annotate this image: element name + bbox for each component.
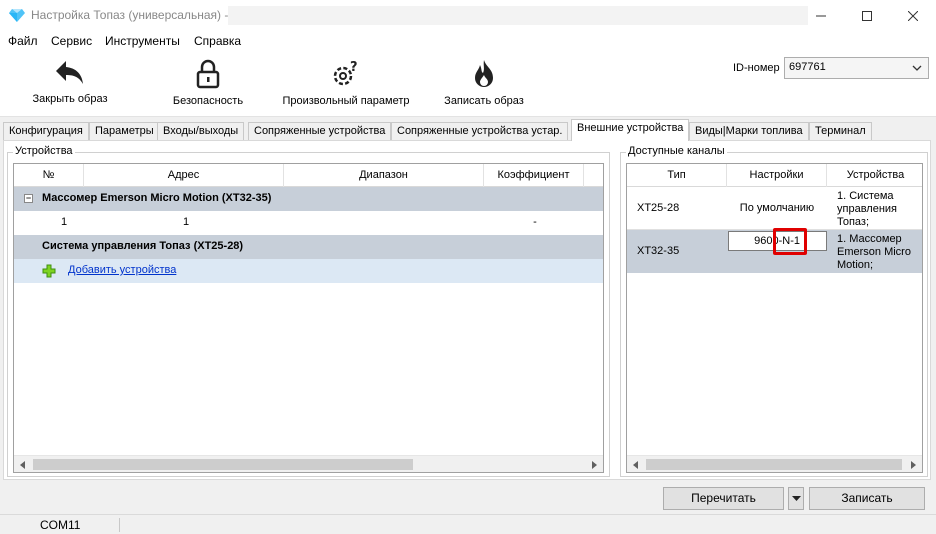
channels-grid-header: Тип Настройки Устройства [627, 164, 922, 187]
reread-button[interactable]: Перечитать [663, 487, 784, 510]
add-devices-link[interactable]: Добавить устройства [68, 264, 176, 276]
menu-help[interactable]: Справка [194, 34, 241, 48]
window-title: Настройка Топаз (универсальная) - [31, 8, 229, 22]
collapse-icon[interactable]: − [24, 194, 33, 203]
device-group-row-topaz[interactable]: Система управления Топаз (XT25-28) [14, 235, 603, 259]
menu-tools[interactable]: Инструменты [105, 34, 180, 48]
diamond-app-icon [9, 9, 25, 22]
scroll-right-icon[interactable] [905, 456, 922, 472]
close-image-button[interactable]: Закрыть образ [30, 59, 110, 115]
channels-group: Доступные каналы Тип Настройки Устройств… [620, 145, 928, 477]
tab-label: Конфигурация [9, 125, 83, 137]
scroll-left-icon[interactable] [14, 456, 31, 472]
col-settings[interactable]: Настройки [727, 164, 827, 187]
channel-devices: 1. Система управления Топаз; [837, 190, 897, 228]
channels-grid: Тип Настройки Устройства XT25-28 По умол… [626, 163, 923, 473]
gear-question-icon: ? [333, 60, 358, 86]
minimize-button[interactable] [798, 0, 844, 31]
toolbar: Закрыть образ Безопасность ? Произвольны… [0, 51, 936, 117]
channels-group-label: Доступные каналы [626, 145, 727, 157]
id-number-select[interactable]: 697761 [784, 57, 929, 79]
devices-group-label: Устройства [13, 145, 75, 157]
add-device-row[interactable]: Добавить устройства [14, 259, 603, 283]
custom-param-label: Произвольный параметр [282, 95, 410, 107]
tab-label: Внешние устройства [577, 122, 684, 134]
scroll-thumb[interactable] [33, 459, 413, 470]
highlight-box [773, 228, 807, 255]
tab-label: Входы/выходы [163, 125, 239, 137]
fire-icon [475, 60, 493, 87]
tab-terminal[interactable]: Терминал [809, 122, 872, 141]
com-port-status: COM11 [40, 518, 81, 532]
tab-content: Устройства № Адрес Диапазон Коэффициент … [3, 140, 931, 480]
channel-devices: 1. Массомер Emerson Micro Motion; [837, 233, 911, 271]
tab-label: Виды|Марки топлива [695, 125, 803, 137]
custom-param-button[interactable]: ? Произвольный параметр [281, 59, 411, 115]
row-coefficient: - [533, 216, 537, 228]
close-image-label: Закрыть образ [32, 93, 108, 105]
id-number-value: 697761 [789, 61, 826, 73]
channel-settings: По умолчанию [739, 202, 815, 214]
col-address[interactable]: Адрес [84, 164, 284, 187]
plus-icon [42, 264, 56, 278]
tab-configuration[interactable]: Конфигурация [3, 122, 89, 141]
group-row-label: Система управления Топаз (XT25-28) [42, 240, 244, 252]
title-bar: Настройка Топаз (универсальная) - [0, 0, 936, 31]
col-number[interactable]: № [14, 164, 84, 187]
close-window-button[interactable] [890, 0, 936, 31]
col-range[interactable]: Диапазон [284, 164, 484, 187]
devices-horizontal-scrollbar[interactable] [14, 455, 603, 472]
devices-grid: № Адрес Диапазон Коэффициент − Массомер … [13, 163, 604, 473]
devices-grid-header: № Адрес Диапазон Коэффициент [14, 164, 603, 187]
channel-type: XT25-28 [637, 202, 680, 214]
tab-parameters[interactable]: Параметры [89, 122, 160, 141]
write-button[interactable]: Записать [809, 487, 925, 510]
devices-group: Устройства № Адрес Диапазон Коэффициент … [7, 145, 610, 477]
tab-linked-devices-legacy[interactable]: Сопряженные устройства устар. [391, 122, 569, 141]
device-group-row-massmeter[interactable]: − Массомер Emerson Micro Motion (XT32-35… [14, 187, 603, 211]
write-image-label: Записать образ [444, 95, 524, 107]
id-number-label: ID-номер [733, 62, 780, 74]
group-row-label: Массомер Emerson Micro Motion (XT32-35) [42, 192, 272, 204]
scroll-right-icon[interactable] [586, 456, 603, 472]
maximize-icon [862, 10, 872, 21]
undo-arrow-icon [56, 61, 83, 84]
security-label: Безопасность [172, 95, 244, 107]
tab-label: Сопряженные устройства [254, 125, 386, 137]
maximize-button[interactable] [844, 0, 890, 31]
tab-fuel-types[interactable]: Виды|Марки топлива [689, 122, 809, 141]
row-address: 1 [182, 216, 190, 228]
tab-inputs-outputs[interactable]: Входы/выходы [157, 122, 245, 141]
menu-file[interactable]: Файл [8, 34, 38, 48]
channels-horizontal-scrollbar[interactable] [627, 455, 922, 472]
chevron-down-icon [912, 65, 922, 71]
tab-external-devices[interactable]: Внешние устройства [571, 119, 690, 141]
tab-linked-devices[interactable]: Сопряженные устройства [248, 122, 392, 141]
svg-text:?: ? [350, 60, 358, 75]
channel-row[interactable]: XT25-28 По умолчанию 1. Система управлен… [627, 187, 922, 230]
scroll-left-icon[interactable] [627, 456, 644, 472]
table-row[interactable]: 1 1 - [14, 211, 603, 235]
scroll-thumb[interactable] [646, 459, 902, 470]
security-button[interactable]: Безопасность [168, 59, 248, 115]
col-coefficient[interactable]: Коэффициент [484, 164, 584, 187]
col-type[interactable]: Тип [627, 164, 727, 187]
status-separator [119, 518, 120, 532]
tab-label: Параметры [95, 125, 154, 137]
lock-icon [196, 59, 220, 89]
minimize-icon [816, 15, 826, 16]
col-devices[interactable]: Устройства [827, 164, 922, 187]
reread-dropdown-button[interactable] [788, 487, 804, 510]
chevron-down-icon [792, 496, 801, 501]
close-icon [908, 10, 918, 21]
tab-label: Сопряженные устройства устар. [397, 125, 563, 137]
title-redacted-area [228, 6, 808, 25]
tab-label: Терминал [815, 125, 866, 137]
menu-bar: Файл Сервис Инструменты Справка [0, 31, 936, 51]
menu-service[interactable]: Сервис [51, 34, 92, 48]
channel-type: XT32-35 [637, 245, 680, 257]
write-image-button[interactable]: Записать образ [440, 59, 528, 115]
status-bar: COM11 [0, 514, 936, 534]
